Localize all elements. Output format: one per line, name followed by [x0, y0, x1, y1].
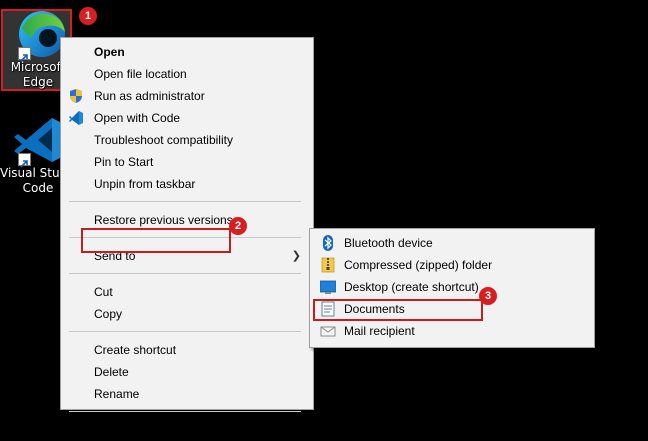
- menu-item-delete[interactable]: Delete: [61, 361, 313, 383]
- documents-highlight-box: [313, 299, 483, 321]
- vscode-small-icon: [68, 110, 84, 126]
- menu-separator: [69, 273, 301, 274]
- menu-item-create-shortcut[interactable]: Create shortcut: [61, 339, 313, 361]
- desktop-icon: [319, 279, 337, 295]
- bluetooth-icon: [320, 235, 336, 251]
- menu-item-run-as-administrator[interactable]: Run as administrator: [61, 85, 313, 107]
- menu-item-label: Mail recipient: [344, 324, 415, 338]
- edge-icon: [8, 8, 68, 62]
- menu-item-label: Desktop (create shortcut): [344, 280, 479, 294]
- step-badge-2: 2: [229, 217, 247, 235]
- menu-item-cut[interactable]: Cut: [61, 281, 313, 303]
- zip-folder-icon: [320, 257, 336, 273]
- vscode-icon: [8, 114, 68, 168]
- sendto-item-compressed-folder[interactable]: Compressed (zipped) folder: [310, 254, 594, 276]
- menu-item-open[interactable]: Open: [61, 41, 313, 63]
- context-menu: Open Open file location Run as administr…: [60, 37, 314, 437]
- send-to-highlight-box: [81, 228, 231, 253]
- menu-item-label: Run as administrator: [94, 89, 205, 103]
- mail-icon: [320, 323, 336, 339]
- shortcut-arrow-icon: [18, 153, 31, 168]
- menu-item-open-with-code[interactable]: Open with Code: [61, 107, 313, 129]
- sendto-item-desktop-shortcut[interactable]: Desktop (create shortcut): [310, 276, 594, 298]
- send-to-submenu: Bluetooth device Compressed (zipped) fol…: [309, 228, 595, 348]
- step-badge-3: 3: [479, 287, 497, 305]
- menu-item-label: Bluetooth device: [344, 236, 433, 250]
- menu-item-label: Open with Code: [94, 111, 181, 125]
- menu-item-pin-to-start[interactable]: Pin to Start: [61, 151, 313, 173]
- menu-separator: [69, 411, 301, 412]
- submenu-arrow-icon: ❯: [291, 250, 301, 262]
- menu-item-rename[interactable]: Rename: [61, 383, 313, 405]
- menu-separator: [69, 201, 301, 202]
- menu-item-troubleshoot-compatibility[interactable]: Troubleshoot compatibility: [61, 129, 313, 151]
- menu-item-copy[interactable]: Copy: [61, 303, 313, 325]
- menu-item-label: Compressed (zipped) folder: [344, 258, 493, 272]
- shortcut-arrow-icon: [18, 47, 31, 62]
- step-badge-1: 1: [79, 7, 97, 25]
- sendto-item-mail-recipient[interactable]: Mail recipient: [310, 320, 594, 342]
- uac-shield-icon: [68, 88, 84, 104]
- menu-item-properties[interactable]: Properties: [61, 419, 313, 441]
- menu-item-open-file-location[interactable]: Open file location: [61, 63, 313, 85]
- menu-item-unpin-from-taskbar[interactable]: Unpin from taskbar: [61, 173, 313, 195]
- sendto-item-bluetooth-device[interactable]: Bluetooth device: [310, 232, 594, 254]
- menu-separator: [69, 331, 301, 332]
